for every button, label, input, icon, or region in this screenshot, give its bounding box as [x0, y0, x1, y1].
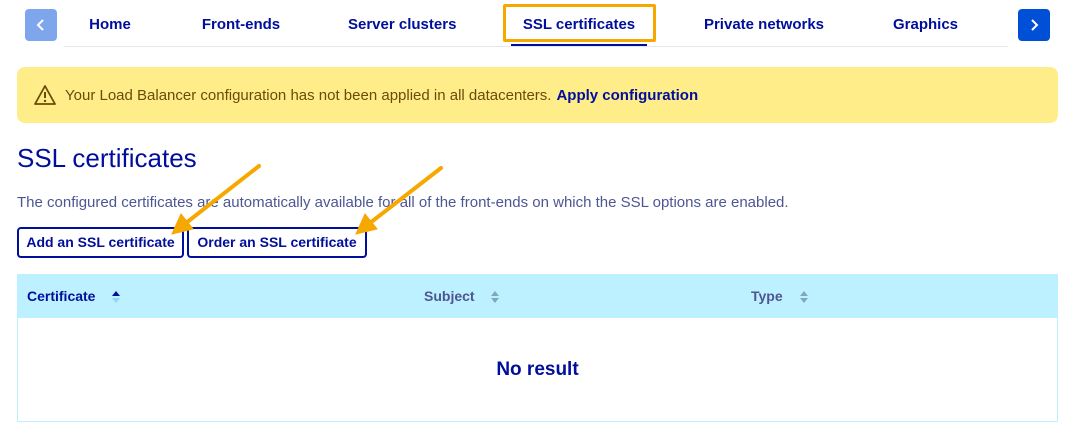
tab-home[interactable]: Home: [88, 9, 132, 41]
column-header-certificate[interactable]: Certificate: [27, 275, 121, 318]
sort-icon: [799, 291, 808, 304]
empty-state: No result: [496, 358, 579, 380]
tabs-prev-button[interactable]: [25, 9, 57, 41]
tabs-divider: [64, 46, 1008, 47]
sort-icon: [491, 291, 500, 304]
column-label: Certificate: [27, 288, 96, 304]
chevron-left-icon: [36, 19, 44, 31]
sort-ascending-icon: [112, 291, 121, 304]
column-label: Subject: [424, 288, 475, 304]
tab-private-networks[interactable]: Private networks: [702, 9, 826, 41]
certificates-table: Certificate Subject Type No result: [17, 274, 1058, 422]
warning-icon: [34, 84, 56, 106]
page-title: SSL certificates: [17, 143, 197, 173]
page-description: The configured certificates are automati…: [17, 194, 789, 211]
tabs-bar: Home Front-ends Server clusters SSL cert…: [0, 0, 1071, 50]
column-header-subject[interactable]: Subject: [424, 275, 500, 318]
chevron-right-icon: [1031, 19, 1039, 31]
warning-message: Your Load Balancer configuration has not…: [65, 86, 552, 104]
apply-configuration-link[interactable]: Apply configuration: [556, 87, 698, 104]
tab-front-ends[interactable]: Front-ends: [200, 9, 282, 41]
column-label: Type: [751, 288, 783, 304]
tabs-next-button[interactable]: [1018, 9, 1050, 41]
tab-ssl-certificates[interactable]: SSL certificates: [511, 9, 647, 47]
column-header-type[interactable]: Type: [751, 275, 809, 318]
add-ssl-certificate-button[interactable]: Add an SSL certificate: [17, 227, 184, 258]
table-header: Certificate Subject Type: [18, 275, 1057, 318]
tab-server-clusters[interactable]: Server clusters: [348, 9, 456, 41]
tab-graphics[interactable]: Graphics: [893, 9, 958, 41]
warning-banner: Your Load Balancer configuration has not…: [17, 67, 1058, 123]
order-ssl-certificate-button[interactable]: Order an SSL certificate: [187, 227, 367, 258]
